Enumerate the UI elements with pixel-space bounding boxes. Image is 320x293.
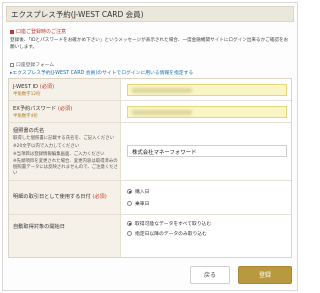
- date-setting-required: (必須): [92, 194, 107, 200]
- form-caption: 口座登録フォーム: [10, 61, 54, 68]
- site-link-text[interactable]: エクスプレス予約(J-WEST CARD 会員)のサイトでログインに用いる情報を…: [12, 71, 193, 76]
- account-name-line-2: ※20文字以内で入力してください: [13, 144, 80, 149]
- label-ex-password: EX予約パスワード (必須) 半角数字4桁: [9, 101, 121, 122]
- radio-boarding-date-label: 乗車日: [135, 202, 150, 207]
- jwest-id-required: (必須): [39, 84, 55, 90]
- radio-boarding-date[interactable]: 乗車日: [127, 200, 149, 207]
- auto-fetch-label: 自動取得対象の開始日: [13, 224, 65, 230]
- warning-icon: [10, 29, 14, 34]
- row-jwest-id: J-WEST ID (必須) 半角数字12桁: [9, 79, 291, 101]
- date-setting-label: 明細の取引日として使用する日付: [13, 194, 91, 200]
- form-icon: [10, 62, 14, 67]
- label-account-name: 個照書の氏名 取得した個照書に記載する氏名を、ご記入ください ※20文字以内で入…: [9, 123, 121, 180]
- radio-purchase-date[interactable]: 購入日: [127, 188, 149, 195]
- row-ex-password: EX予約パスワード (必須) 半角数字4桁: [9, 101, 291, 123]
- account-name-input[interactable]: 株式会社マネーフォワード: [127, 145, 287, 157]
- masked-value: [132, 88, 192, 93]
- page-title-bar: エクスプレス予約(J-WEST CARD 会員): [6, 6, 294, 22]
- radio-unselected-icon[interactable]: [127, 201, 132, 206]
- account-name-line-4: ※先頭項目を変更された場合、変更内容は取得済みの個照書データには反映されませんの…: [13, 159, 119, 176]
- row-date-setting: 明細の取引日として使用する日付 (必須) 購入日 乗車日: [9, 181, 291, 215]
- radio-selected-icon[interactable]: [127, 221, 132, 226]
- page-title: エクスプレス予約(J-WEST CARD 会員): [11, 10, 144, 19]
- radio-fetch-after-date[interactable]: 指定日以降のデータのみ取り込む: [127, 230, 207, 237]
- radio-purchase-date-label: 購入日: [135, 190, 150, 195]
- account-name-value: 株式会社マネーフォワード: [132, 150, 197, 156]
- radio-selected-icon[interactable]: [127, 189, 132, 194]
- row-auto-fetch: 自動取得対象の開始日 取得可能なデータをすべて取り込む 指定日以降のデータのみ取…: [9, 215, 291, 257]
- form-caption-text: 口座登録フォーム: [16, 63, 55, 68]
- notice-body: 登録後、「IDとパスワードをお確かめ下さい」というメッセージが表示された場合、一…: [10, 38, 289, 50]
- site-link[interactable]: ▸エクスプレス予約(J-WEST CARD 会員)のサイトでログインに用いる情報…: [10, 69, 193, 76]
- label-auto-fetch: 自動取得対象の開始日: [9, 215, 121, 257]
- account-name-line-1: 取得した個照書に記載する氏名を、ご記入ください: [13, 136, 114, 141]
- row-account-name: 個照書の氏名 取得した個照書に記載する氏名を、ご記入ください ※20文字以内で入…: [9, 123, 291, 181]
- radio-fetch-all-label: 取得可能なデータをすべて取り込む: [135, 222, 212, 227]
- masked-value: [132, 110, 192, 115]
- account-name-line-3: ※当項目は登録情報編集画面、ご入力ください: [13, 152, 105, 157]
- jwest-id-note: 半角数字12桁: [13, 92, 41, 97]
- account-name-label: 個照書の氏名: [13, 128, 45, 134]
- jwest-id-label: J-WEST ID: [13, 84, 39, 90]
- form-table: J-WEST ID (必須) 半角数字12桁 EX予約パスワード (必須) 半角…: [8, 78, 292, 258]
- notice-title: 口座ご登録時のご注意: [10, 28, 66, 35]
- jwest-id-input[interactable]: [127, 84, 287, 96]
- notice-title-text: 口座ご登録時のご注意: [16, 29, 67, 35]
- register-button[interactable]: 登録: [238, 266, 292, 284]
- back-button[interactable]: 戻る: [190, 266, 230, 284]
- radio-fetch-all[interactable]: 取得可能なデータをすべて取り込む: [127, 220, 211, 227]
- ex-password-required: (必須): [57, 106, 73, 112]
- radio-fetch-after-date-label: 指定日以降のデータのみ取り込む: [135, 232, 207, 237]
- ex-password-input[interactable]: [127, 106, 287, 118]
- ex-password-note: 半角数字4桁: [13, 114, 38, 119]
- label-date-setting: 明細の取引日として使用する日付 (必須): [9, 181, 121, 214]
- ex-password-label: EX予約パスワード: [13, 106, 57, 112]
- radio-unselected-icon[interactable]: [127, 231, 132, 236]
- label-jwest-id: J-WEST ID (必須) 半角数字12桁: [9, 79, 121, 100]
